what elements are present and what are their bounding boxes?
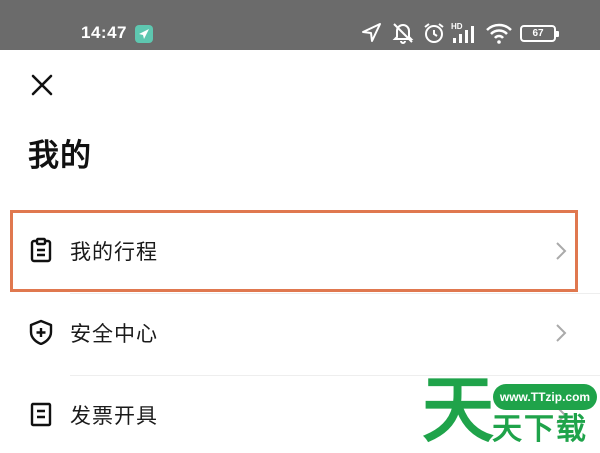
page-title: 我的 <box>28 138 92 174</box>
chevron-right-icon <box>556 242 567 260</box>
close-icon <box>31 74 53 96</box>
signal-icon <box>453 26 474 43</box>
battery-icon: 67 <box>520 25 559 42</box>
alarm-icon <box>424 23 444 43</box>
menu-item-label: 安全中心 <box>70 322 158 346</box>
notification-app-icon <box>135 25 153 43</box>
watermark-big-char: 天 <box>422 368 495 452</box>
watermark-url: www.TTzip.com <box>493 384 597 410</box>
watermark-text: 天下载 <box>492 412 588 447</box>
chevron-right-icon <box>556 324 567 342</box>
status-bar: 14:47 HD 67 <box>0 0 600 50</box>
mute-icon <box>392 23 414 44</box>
wifi-icon <box>486 23 512 44</box>
shield-plus-icon <box>29 319 53 345</box>
receipt-icon <box>30 402 52 427</box>
menu-item-my-trips[interactable]: 我的行程 <box>0 211 600 289</box>
menu-item-label: 发票开具 <box>70 404 158 428</box>
menu-item-safety-center[interactable]: 安全中心 <box>0 293 600 371</box>
battery-level: 67 <box>532 28 544 39</box>
close-button[interactable] <box>28 71 56 99</box>
status-time: 14:47 <box>81 23 127 42</box>
clipboard-icon <box>30 237 52 263</box>
location-icon <box>362 23 381 42</box>
watermark-logo: 天 www.TTzip.com 天下载 <box>420 370 600 450</box>
menu-item-label: 我的行程 <box>70 240 158 264</box>
